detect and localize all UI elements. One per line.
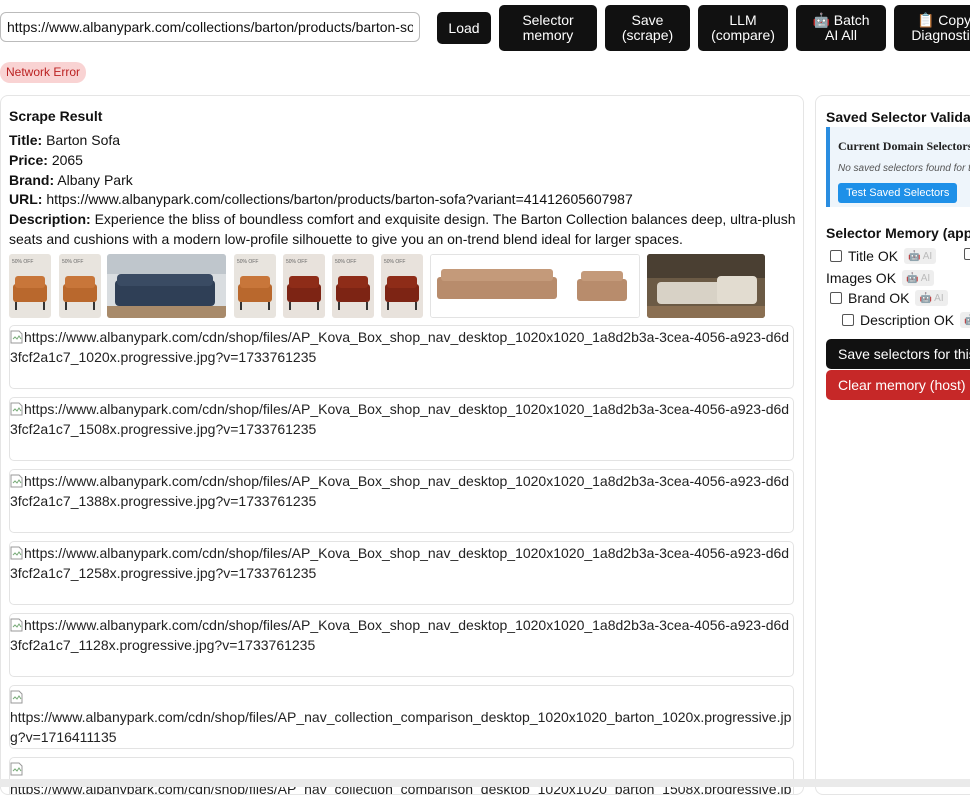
selector-memory-button[interactable]: Selector memory — [499, 5, 597, 51]
batch-ai-button[interactable]: 🤖 Batch AI All — [796, 5, 886, 51]
broken-image-icon — [10, 402, 23, 416]
save-selectors-button[interactable]: Save selectors for this host — [826, 339, 970, 369]
current-domain-box: Current Domain Selectors No saved select… — [826, 127, 970, 207]
ai-badge: 🤖 AI — [915, 290, 948, 306]
title-ok-checkbox[interactable]: Title OK 🤖 AI — [830, 248, 937, 264]
llm-compare-button[interactable]: LLM (compare) — [698, 5, 788, 51]
product-thumbnail[interactable]: 50% OFF — [381, 254, 423, 318]
broken-image: https://www.albanypark.com/cdn/shop/file… — [9, 469, 794, 533]
images-ok-checkbox[interactable] — [964, 248, 970, 260]
description-ok-checkbox[interactable]: Description OK🤖 AI — [842, 312, 970, 328]
brand-ok-checkbox[interactable]: Brand OK 🤖 AI — [830, 290, 948, 306]
load-button[interactable]: Load — [437, 12, 491, 44]
broken-image-icon — [10, 762, 23, 776]
product-thumbnail[interactable]: 50% OFF — [283, 254, 325, 318]
price-field: Price: 2065 — [9, 152, 83, 168]
broken-image-icon — [10, 618, 23, 632]
broken-image: https://www.albanypark.com/cdn/shop/file… — [9, 757, 794, 794]
sale-badge: 50% OFF — [237, 259, 258, 265]
scrape-result-panel: Scrape Result Title: Barton Sofa Price: … — [0, 95, 804, 795]
current-domain-title: Current Domain Selectors — [838, 139, 970, 153]
broken-image: https://www.albanypark.com/cdn/shop/file… — [9, 397, 794, 461]
selector-memory-heading: Selector Memory (approve) — [826, 225, 970, 241]
broken-image: https://www.albanypark.com/cdn/shop/file… — [9, 685, 794, 749]
ai-badge: 🤖 AI — [904, 248, 937, 264]
images-ok-label: Images OK 🤖 AI — [826, 270, 935, 286]
sale-badge: 50% OFF — [286, 259, 307, 265]
product-thumbnail[interactable]: 50% OFF — [332, 254, 374, 318]
product-thumbnail[interactable] — [647, 254, 765, 318]
sale-badge: 50% OFF — [384, 259, 405, 265]
validation-heading: Saved Selector Validation — [826, 109, 970, 125]
broken-image: https://www.albanypark.com/cdn/shop/file… — [9, 613, 794, 677]
ai-badge: 🤖 AI — [960, 312, 970, 328]
selector-side-panel: Saved Selector Validation Current Domain… — [815, 95, 970, 795]
product-thumbnail[interactable] — [430, 254, 640, 318]
brand-field: Brand: Albany Park — [9, 172, 133, 188]
network-error-badge: Network Error — [0, 62, 87, 83]
broken-image-icon — [10, 546, 23, 560]
product-thumbnail[interactable]: 50% OFF — [9, 254, 51, 318]
copy-diagnostic-button[interactable]: 📋 CopyDiagnostic — [894, 5, 970, 51]
clear-memory-button[interactable]: Clear memory (host) — [826, 370, 970, 400]
save-scrape-button[interactable]: Save (scrape) — [605, 5, 690, 51]
broken-image: https://www.albanypark.com/cdn/shop/file… — [9, 541, 794, 605]
sale-badge: 50% OFF — [12, 259, 33, 265]
ai-badge: 🤖 AI — [902, 270, 935, 286]
title-field: Title: Barton Sofa — [9, 132, 121, 148]
broken-image-icon — [10, 690, 23, 704]
product-thumbnail[interactable]: 50% OFF — [59, 254, 101, 318]
sale-badge: 50% OFF — [335, 259, 356, 265]
horizontal-scrollbar[interactable] — [0, 779, 970, 787]
broken-image: https://www.albanypark.com/cdn/shop/file… — [9, 325, 794, 389]
broken-image-icon — [10, 330, 23, 344]
no-saved-selectors-text: No saved selectors found for this domain — [838, 163, 970, 174]
test-saved-selectors-button[interactable]: Test Saved Selectors — [838, 183, 958, 203]
url-field: URL: https://www.albanypark.com/collecti… — [9, 191, 633, 207]
broken-image-icon — [10, 474, 23, 488]
product-thumbnail[interactable]: 50% OFF — [234, 254, 276, 318]
url-input[interactable] — [0, 12, 420, 42]
sale-badge: 50% OFF — [62, 259, 83, 265]
product-thumbnail[interactable] — [107, 254, 226, 318]
description-field: Description: Experience the bliss of bou… — [9, 211, 796, 247]
scrape-result-heading: Scrape Result — [9, 108, 103, 124]
